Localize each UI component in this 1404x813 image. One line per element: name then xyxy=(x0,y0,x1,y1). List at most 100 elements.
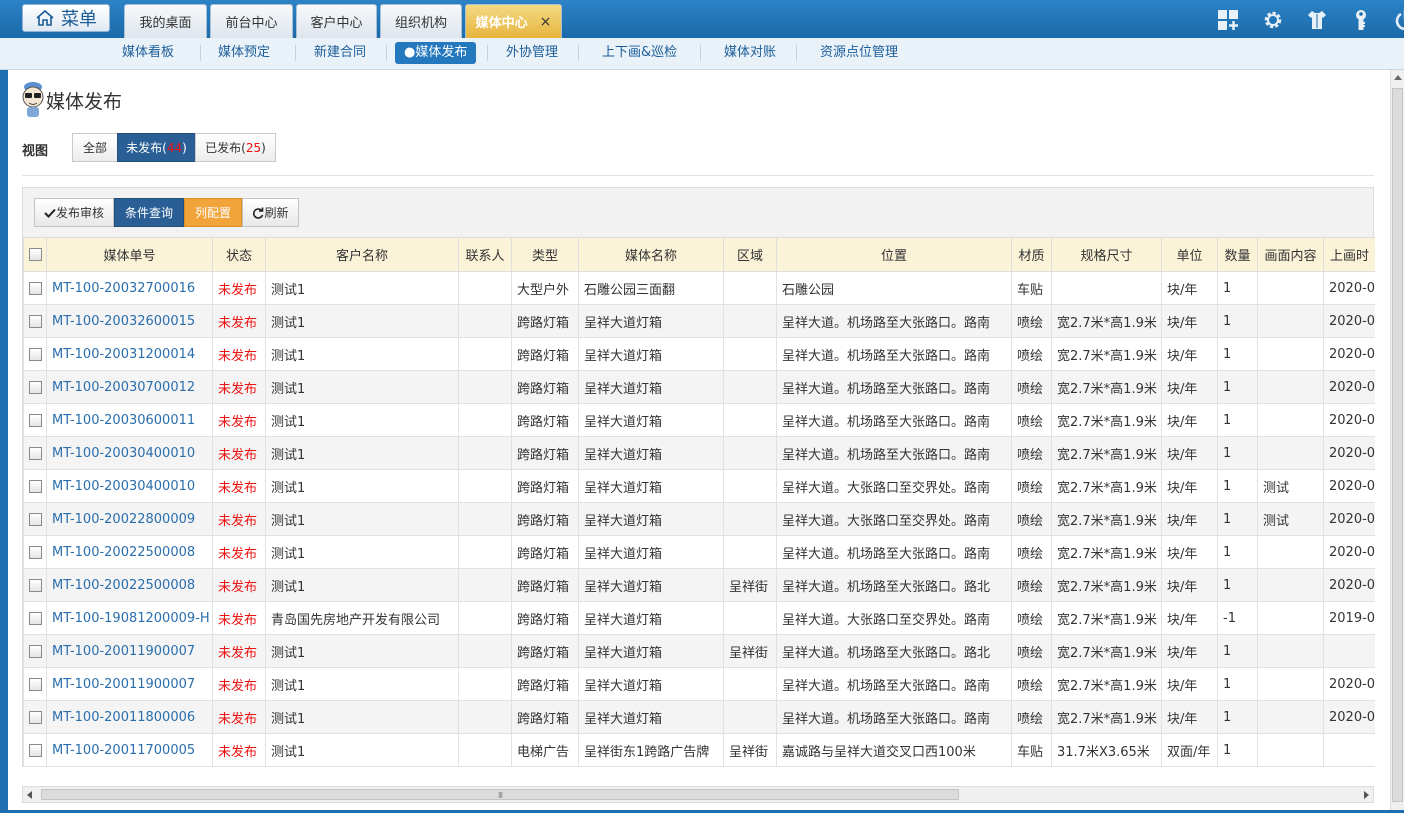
column-header[interactable]: 媒体名称 xyxy=(578,237,724,272)
subnav-resource-points[interactable]: 资源点位管理 xyxy=(814,42,904,64)
row-checkbox[interactable] xyxy=(23,634,47,668)
cell-media-order-number[interactable]: MT-100-20030600011 xyxy=(46,403,213,437)
media-order-link[interactable]: MT-100-20032700016 xyxy=(52,281,195,296)
media-order-link[interactable]: MT-100-20032600015 xyxy=(52,314,195,329)
row-checkbox[interactable] xyxy=(23,700,47,734)
condition-query-button[interactable]: 条件查询 xyxy=(114,198,184,227)
cell-media-order-number[interactable]: MT-100-20030400010 xyxy=(46,436,213,470)
media-order-link[interactable]: MT-100-20030400010 xyxy=(52,479,195,494)
gear-icon[interactable] xyxy=(1262,9,1284,31)
row-checkbox[interactable] xyxy=(23,403,47,437)
media-order-link[interactable]: MT-100-20030700012 xyxy=(52,380,195,395)
media-order-link[interactable]: MT-100-20031200014 xyxy=(52,347,195,362)
scrollbar-thumb[interactable] xyxy=(1392,88,1403,802)
table-row[interactable]: MT-100-20022500008 未发布 测试1 跨路灯箱 呈祥大道灯箱 呈祥大道。机… xyxy=(23,535,1375,569)
table-row[interactable]: MT-100-20030700012 未发布 测试1 跨路灯箱 呈祥大道灯箱 呈祥大道。机… xyxy=(23,370,1375,404)
view-all-button[interactable]: 全部 xyxy=(72,133,118,162)
column-header[interactable]: 状态 xyxy=(212,237,266,272)
media-order-link[interactable]: MT-100-20022500008 xyxy=(52,578,195,593)
scroll-right-icon[interactable] xyxy=(1364,791,1369,799)
table-row[interactable]: MT-100-20011900007 未发布 测试1 跨路灯箱 呈祥大道灯箱 呈祥大道。机… xyxy=(23,667,1375,701)
tab-customer-center[interactable]: 客户中心 xyxy=(296,4,377,38)
table-row[interactable]: MT-100-20011800006 未发布 测试1 跨路灯箱 呈祥大道灯箱 呈祥大道。机… xyxy=(23,700,1375,734)
row-checkbox[interactable] xyxy=(23,601,47,635)
scroll-up-icon[interactable] xyxy=(1394,75,1402,80)
table-row[interactable]: MT-100-19081200009-H 未发布 青岛国先房地产开发有限公司 跨路灯箱… xyxy=(23,601,1375,635)
media-order-link[interactable]: MT-100-20011900007 xyxy=(52,677,195,692)
publish-audit-button[interactable]: 发布审核 xyxy=(34,198,114,227)
media-order-link[interactable]: MT-100-20022800009 xyxy=(52,512,195,527)
table-row[interactable]: MT-100-20022800009 未发布 测试1 跨路灯箱 呈祥大道灯箱 呈祥大道。大… xyxy=(23,502,1375,536)
table-row[interactable]: MT-100-20022500008 未发布 测试1 跨路灯箱 呈祥大道灯箱 呈祥街 呈祥大… xyxy=(23,568,1375,602)
cell-media-order-number[interactable]: MT-100-20032700016 xyxy=(46,271,213,305)
tab-my-desktop[interactable]: 我的桌面 xyxy=(124,4,207,38)
row-checkbox[interactable] xyxy=(23,436,47,470)
column-header[interactable]: 联系人 xyxy=(458,237,512,272)
row-checkbox[interactable] xyxy=(23,469,47,503)
row-checkbox[interactable] xyxy=(23,568,47,602)
key-icon[interactable] xyxy=(1350,9,1372,31)
table-row[interactable]: MT-100-20011900007 未发布 测试1 跨路灯箱 呈祥大道灯箱 呈祥街 呈祥大… xyxy=(23,634,1375,668)
refresh-button[interactable]: 刷新 xyxy=(242,198,299,227)
subnav-hang-inspection[interactable]: 上下画&巡检 xyxy=(596,42,683,64)
cell-media-order-number[interactable]: MT-100-20022800009 xyxy=(46,502,213,536)
table-row[interactable]: MT-100-20032700016 未发布 测试1 大型户外 石雕公园三面翻 石雕公园车… xyxy=(23,271,1375,305)
column-config-button[interactable]: 列配置 xyxy=(184,198,242,227)
row-checkbox[interactable] xyxy=(23,271,47,305)
cell-media-order-number[interactable]: MT-100-20030700012 xyxy=(46,370,213,404)
menu-button[interactable]: 菜单 xyxy=(22,4,110,32)
column-header[interactable]: 画面内容 xyxy=(1257,237,1324,272)
media-order-link[interactable]: MT-100-20011900007 xyxy=(52,644,195,659)
column-header[interactable]: 区域 xyxy=(723,237,777,272)
scrollbar-thumb[interactable]: III xyxy=(41,789,959,800)
scroll-left-icon[interactable] xyxy=(27,791,32,799)
horizontal-scrollbar[interactable]: III xyxy=(22,786,1374,803)
row-checkbox[interactable] xyxy=(23,535,47,569)
view-published-button[interactable]: 已发布(25) xyxy=(195,133,276,162)
cell-media-order-number[interactable]: MT-100-20011700005 xyxy=(46,733,213,767)
subnav-outsourcing[interactable]: 外协管理 xyxy=(500,42,564,64)
row-checkbox[interactable] xyxy=(23,667,47,701)
column-header[interactable]: 上画时 xyxy=(1323,237,1375,272)
cell-media-order-number[interactable]: MT-100-20030400010 xyxy=(46,469,213,503)
subnav-media-publish[interactable]: ●媒体发布 xyxy=(395,42,477,64)
cell-media-order-number[interactable]: MT-100-20031200014 xyxy=(46,337,213,371)
select-all-checkbox[interactable] xyxy=(23,237,47,272)
cell-media-order-number[interactable]: MT-100-20022500008 xyxy=(46,568,213,602)
media-order-link[interactable]: MT-100-20030400010 xyxy=(52,446,195,461)
column-header[interactable]: 数量 xyxy=(1217,237,1258,272)
table-row[interactable]: MT-100-20030400010 未发布 测试1 跨路灯箱 呈祥大道灯箱 呈祥大道。机… xyxy=(23,436,1375,470)
cell-media-order-number[interactable]: MT-100-20011800006 xyxy=(46,700,213,734)
media-order-link[interactable]: MT-100-20011800006 xyxy=(52,710,195,725)
cell-media-order-number[interactable]: MT-100-19081200009-H xyxy=(46,601,213,635)
column-header[interactable]: 类型 xyxy=(511,237,579,272)
row-checkbox[interactable] xyxy=(23,370,47,404)
shirt-icon[interactable] xyxy=(1306,9,1328,31)
column-header[interactable]: 单位 xyxy=(1161,237,1218,272)
column-header[interactable]: 客户名称 xyxy=(265,237,459,272)
cell-media-order-number[interactable]: MT-100-20011900007 xyxy=(46,667,213,701)
table-row[interactable]: MT-100-20030600011 未发布 测试1 跨路灯箱 呈祥大道灯箱 呈祥大道。机… xyxy=(23,403,1375,437)
tab-media-center[interactable]: 媒体中心 × xyxy=(465,4,562,38)
table-row[interactable]: MT-100-20011700005 未发布 测试1 电梯广告 呈祥街东1跨路广告牌 呈祥… xyxy=(23,733,1375,767)
row-checkbox[interactable] xyxy=(23,337,47,371)
media-order-link[interactable]: MT-100-20011700005 xyxy=(52,743,195,758)
media-order-link[interactable]: MT-100-19081200009-H xyxy=(52,611,210,626)
row-checkbox[interactable] xyxy=(23,304,47,338)
column-header[interactable]: 媒体单号 xyxy=(46,237,213,272)
media-order-link[interactable]: MT-100-20022500008 xyxy=(52,545,195,560)
tab-organization[interactable]: 组织机构 xyxy=(380,4,462,38)
media-order-link[interactable]: MT-100-20030600011 xyxy=(52,413,195,428)
view-unpublished-button[interactable]: 未发布(44) xyxy=(117,133,196,162)
row-checkbox[interactable] xyxy=(23,502,47,536)
cell-media-order-number[interactable]: MT-100-20022500008 xyxy=(46,535,213,569)
power-icon[interactable] xyxy=(1394,9,1404,31)
subnav-media-booking[interactable]: 媒体预定 xyxy=(212,42,276,64)
column-header[interactable]: 材质 xyxy=(1011,237,1052,272)
close-icon[interactable]: × xyxy=(540,14,552,30)
cell-media-order-number[interactable]: MT-100-20032600015 xyxy=(46,304,213,338)
grid-icon[interactable] xyxy=(1217,9,1239,31)
subnav-media-board[interactable]: 媒体看板 xyxy=(116,42,180,64)
subnav-new-contract[interactable]: 新建合同 xyxy=(308,42,372,64)
tab-front-center[interactable]: 前台中心 xyxy=(210,4,293,38)
